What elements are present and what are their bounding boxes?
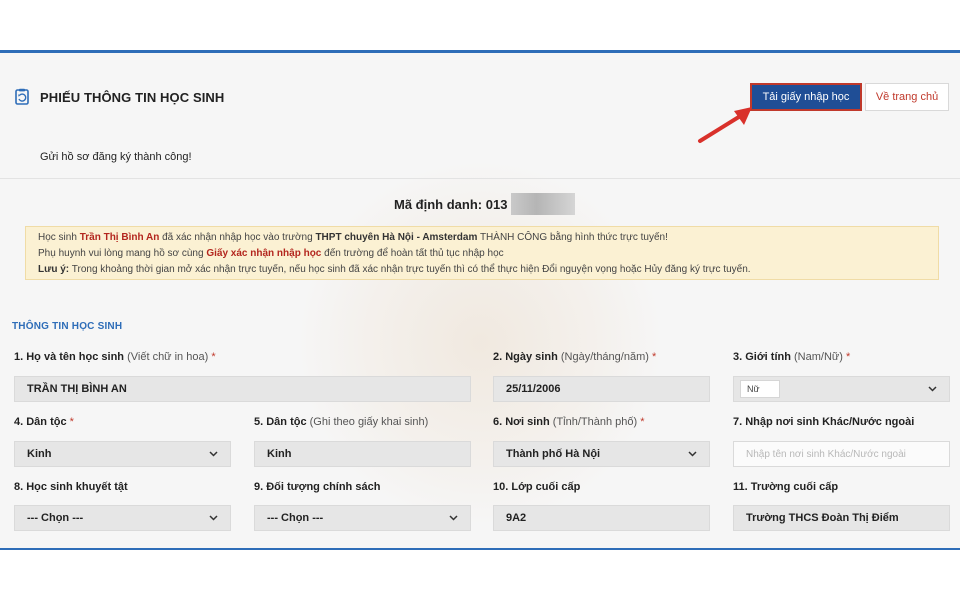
final-class-value: 9A2 [506, 512, 527, 524]
chevron-down-icon [927, 384, 937, 394]
notice-line-3: Lưu ý: Trong khoảng thời gian mở xác nhậ… [38, 262, 926, 278]
chevron-down-icon [208, 449, 218, 459]
field-label-policy-group: 9. Đối tượng chính sách [254, 481, 381, 493]
identifier-row: Mã định danh: 013 [394, 193, 576, 215]
download-admission-letter-button[interactable]: Tải giấy nhập học [750, 83, 862, 111]
gender-select[interactable]: Nữ [733, 376, 950, 402]
document-name-highlight: Giấy xác nhận nhập học [206, 248, 322, 259]
identifier-value: 013 [485, 196, 508, 212]
success-message: Gửi hồ sơ đăng ký thành công! [40, 151, 192, 163]
field-label-final-school: 11. Trường cuối cấp [733, 481, 839, 493]
field-label-disability: 8. Học sinh khuyết tật [14, 481, 128, 493]
full-name-value: TRẦN THỊ BÌNH AN [27, 383, 127, 395]
ethnicity-birth-cert-value: Kinh [267, 448, 292, 460]
notice-text: đã xác nhận nhập học vào trường [162, 232, 313, 243]
notice-text: THÀNH CÔNG bằng hình thức trực tuyến! [479, 232, 668, 243]
page-title: PHIẾU THÔNG TIN HỌC SINH [40, 89, 225, 105]
final-school-value: Trường THCS Đoàn Thị Điểm [746, 512, 899, 524]
back-home-button[interactable]: Về trang chủ [865, 83, 949, 111]
field-label-full-name: 1. Họ và tên học sinh (Viết chữ in hoa) … [14, 351, 216, 363]
field-label-birth-date: 2. Ngày sinh (Ngày/tháng/năm) * [493, 351, 657, 363]
student-name-highlight: Trần Thị Bình An [79, 232, 160, 243]
divider [0, 178, 960, 179]
chevron-down-icon [687, 449, 697, 459]
chevron-down-icon [208, 513, 218, 523]
school-name-highlight: THPT chuyên Hà Nội - Amsterdam [315, 232, 478, 243]
field-label-other-birthplace: 7. Nhập nơi sinh Khác/Nước ngoài [733, 416, 915, 428]
other-birthplace-placeholder: Nhập tên nơi sinh Khác/Nước ngoài [746, 448, 906, 460]
field-label-ethnicity: 4. Dân tộc * [14, 416, 74, 428]
disability-value: --- Chọn --- [27, 512, 84, 524]
birthplace-value: Thành phố Hà Nội [506, 448, 601, 460]
full-name-input[interactable]: TRẦN THỊ BÌNH AN [14, 376, 471, 402]
final-school-input[interactable]: Trường THCS Đoàn Thị Điểm [733, 505, 950, 531]
notice-line-1: Học sinh Trần Thị Bình An đã xác nhận nh… [38, 230, 926, 246]
admission-form-panel: PHIẾU THÔNG TIN HỌC SINH Tải giấy nhập h… [0, 50, 960, 550]
birth-date-value: 25/11/2006 [506, 383, 561, 395]
chevron-down-icon [448, 513, 458, 523]
ethnicity-birth-cert-input[interactable]: Kinh [254, 441, 471, 467]
redaction-mask [511, 193, 576, 215]
field-label-birthplace: 6. Nơi sinh (Tỉnh/Thành phố) * [493, 416, 645, 428]
ethnicity-select[interactable]: Kinh [14, 441, 231, 467]
final-class-input[interactable]: 9A2 [493, 505, 710, 531]
policy-group-value: --- Chọn --- [267, 512, 324, 524]
note-label: Lưu ý: [38, 264, 70, 275]
notice-text: đến trường để hoàn tất thủ tục nhập học [324, 248, 504, 259]
disability-select[interactable]: --- Chọn --- [14, 505, 231, 531]
notice-line-2: Phụ huynh vui lòng mang hồ sơ cùng Giấy … [38, 246, 926, 262]
confirmation-notice: Học sinh Trần Thị Bình An đã xác nhận nh… [25, 226, 939, 280]
gender-value: Nữ [740, 380, 780, 398]
section-title: THÔNG TIN HỌC SINH [12, 321, 123, 332]
birthplace-select[interactable]: Thành phố Hà Nội [493, 441, 710, 467]
other-birthplace-input[interactable]: Nhập tên nơi sinh Khác/Nước ngoài [733, 441, 950, 467]
ethnicity-value: Kinh [27, 448, 52, 460]
form-header: PHIẾU THÔNG TIN HỌC SINH [12, 85, 224, 109]
field-label-gender: 3. Giới tính (Nam/Nữ) * [733, 351, 851, 363]
notice-text: Trong khoảng thời gian mở xác nhận trực … [71, 264, 751, 275]
field-label-final-class: 10. Lớp cuối cấp [493, 481, 581, 493]
field-label-ethnicity-birth-cert: 5. Dân tộc (Ghi theo giấy khai sinh) [254, 416, 429, 428]
red-arrow-icon [698, 107, 752, 143]
policy-group-select[interactable]: --- Chọn --- [254, 505, 471, 531]
notice-text: Học sinh [38, 232, 77, 243]
form-refresh-icon [12, 87, 32, 107]
identifier-label: Mã định danh: [394, 196, 483, 212]
notice-text: Phụ huynh vui lòng mang hồ sơ cùng [38, 248, 204, 259]
birth-date-input[interactable]: 25/11/2006 [493, 376, 710, 402]
